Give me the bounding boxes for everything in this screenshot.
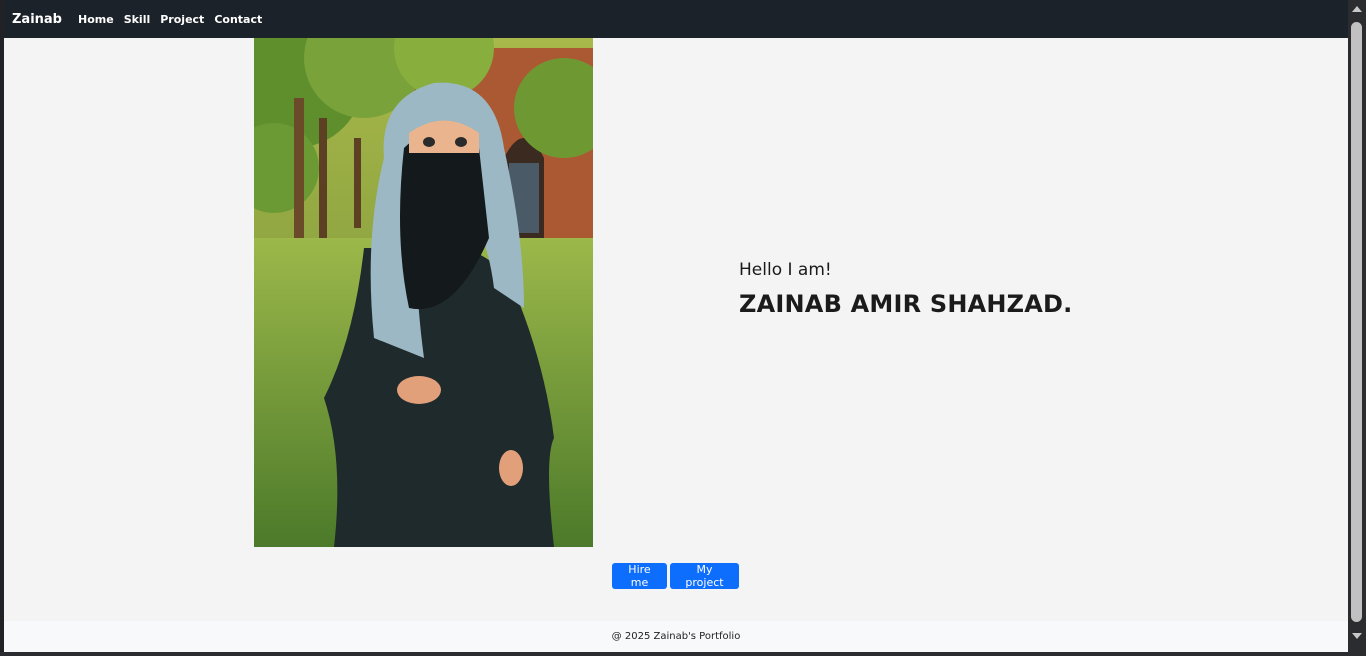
scroll-thumb[interactable] bbox=[1351, 22, 1362, 622]
hire-me-button[interactable]: Hire me bbox=[612, 563, 667, 589]
navbar: Zainab Home Skill Project Contact bbox=[4, 0, 1348, 38]
nav-link-project[interactable]: Project bbox=[160, 13, 204, 26]
profile-image bbox=[254, 38, 593, 547]
horizontal-scrollbar[interactable] bbox=[0, 652, 1366, 656]
full-name-heading: ZAINAB AMIR SHAHZAD. bbox=[739, 290, 1073, 318]
my-project-button[interactable]: My project bbox=[670, 563, 739, 589]
scroll-down-icon[interactable] bbox=[1352, 633, 1362, 639]
greeting-text: Hello I am! bbox=[739, 260, 832, 280]
footer: @ 2025 Zainab's Portfolio bbox=[4, 621, 1348, 652]
vertical-scrollbar[interactable] bbox=[1348, 0, 1366, 652]
footer-copyright: @ 2025 Zainab's Portfolio bbox=[611, 631, 741, 642]
nav-link-home[interactable]: Home bbox=[78, 13, 114, 26]
browser-viewport: Zainab Home Skill Project Contact Hello … bbox=[0, 0, 1366, 656]
nav-link-contact[interactable]: Contact bbox=[214, 13, 262, 26]
hero-section: Hello I am! ZAINAB AMIR SHAHZAD. Hire me… bbox=[4, 38, 1348, 621]
navbar-brand[interactable]: Zainab bbox=[12, 12, 62, 27]
nav-link-skill[interactable]: Skill bbox=[124, 13, 151, 26]
scroll-up-icon[interactable] bbox=[1352, 6, 1362, 12]
